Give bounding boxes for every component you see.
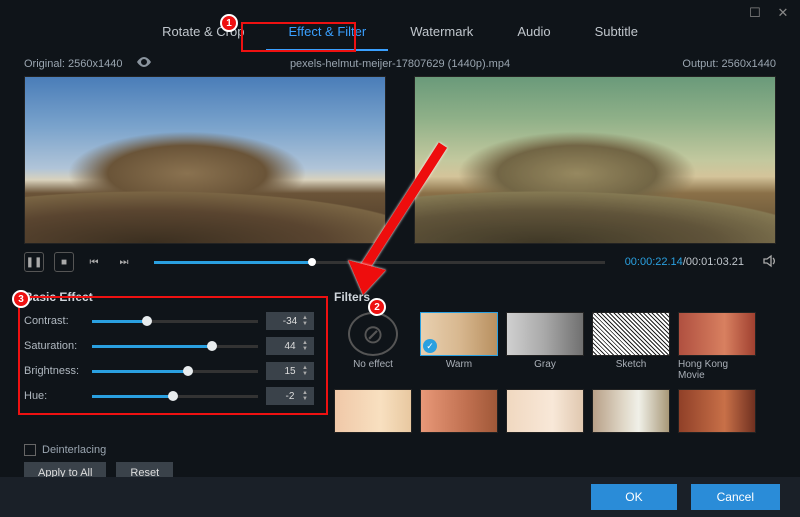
brightness-slider[interactable] bbox=[92, 370, 258, 373]
no-effect-icon: ⊘ bbox=[348, 312, 398, 356]
playback-bar: ❚❚ ■ ⏮ ⏭ 00:00:22.14/00:01:03.21 bbox=[0, 244, 800, 276]
tab-watermark[interactable]: Watermark bbox=[388, 18, 495, 51]
volume-icon[interactable] bbox=[762, 254, 776, 271]
brightness-label: Brightness: bbox=[24, 365, 84, 377]
saturation-slider[interactable] bbox=[92, 345, 258, 348]
filter-sketch[interactable]: Sketch bbox=[592, 312, 670, 381]
filter-thumb bbox=[678, 389, 756, 433]
filter-thumb bbox=[506, 312, 584, 356]
eye-icon[interactable] bbox=[136, 58, 152, 70]
basic-effect-heading: Basic Effect bbox=[24, 290, 314, 304]
contrast-value[interactable]: -34▲▼ bbox=[266, 312, 314, 330]
ok-button[interactable]: OK bbox=[591, 484, 676, 510]
filters-heading: Filters bbox=[334, 290, 786, 304]
tab-effect-filter[interactable]: Effect & Filter bbox=[266, 18, 388, 51]
hue-value[interactable]: -2▲▼ bbox=[266, 387, 314, 405]
current-time: 00:00:22.14 bbox=[625, 256, 683, 268]
contrast-slider[interactable] bbox=[92, 320, 258, 323]
info-bar: Original: 2560x1440 pexels-helmut-meijer… bbox=[0, 51, 800, 76]
deinterlacing-checkbox[interactable] bbox=[24, 444, 36, 456]
annotation-bubble-3: 3 bbox=[12, 290, 30, 308]
stepper-down-icon[interactable]: ▼ bbox=[302, 322, 312, 327]
saturation-value[interactable]: 44▲▼ bbox=[266, 337, 314, 355]
hue-label: Hue: bbox=[24, 390, 84, 402]
filter-thumb: ✓ bbox=[420, 312, 498, 356]
stop-button[interactable]: ■ bbox=[54, 252, 74, 272]
basic-effect-panel: Basic Effect Contrast: -34▲▼ Saturation:… bbox=[14, 284, 324, 436]
filter-item[interactable] bbox=[334, 389, 412, 436]
contrast-label: Contrast: bbox=[24, 315, 84, 327]
filter-warm[interactable]: ✓ Warm bbox=[420, 312, 498, 381]
deinterlacing-row: Deinterlacing bbox=[24, 444, 800, 456]
cancel-button[interactable]: Cancel bbox=[691, 484, 780, 510]
stepper-up-icon[interactable]: ▲ bbox=[302, 366, 312, 371]
stepper-down-icon[interactable]: ▼ bbox=[302, 372, 312, 377]
filter-item[interactable] bbox=[678, 389, 756, 436]
saturation-row: Saturation: 44▲▼ bbox=[24, 337, 314, 355]
time-display: 00:00:22.14/00:01:03.21 bbox=[625, 256, 744, 268]
prev-frame-button[interactable]: ⏮ bbox=[84, 252, 104, 272]
hue-row: Hue: -2▲▼ bbox=[24, 387, 314, 405]
filename-label: pexels-helmut-meijer-17807629 (1440p).mp… bbox=[290, 58, 510, 70]
filters-grid: ⊘ No effect ✓ Warm Gray Sketch Hong Kong… bbox=[334, 312, 786, 436]
filter-thumb bbox=[506, 389, 584, 433]
filter-thumb bbox=[420, 389, 498, 433]
filter-item[interactable] bbox=[506, 389, 584, 436]
original-size-label: Original: 2560x1440 bbox=[24, 58, 122, 70]
lower-panel: Basic Effect Contrast: -34▲▼ Saturation:… bbox=[0, 276, 800, 440]
stepper-up-icon[interactable]: ▲ bbox=[302, 391, 312, 396]
next-frame-button[interactable]: ⏭ bbox=[114, 252, 134, 272]
filter-label: No effect bbox=[353, 359, 393, 370]
tab-subtitle[interactable]: Subtitle bbox=[573, 18, 660, 51]
stepper-down-icon[interactable]: ▼ bbox=[302, 347, 312, 352]
filter-label: Gray bbox=[534, 359, 556, 370]
filter-item[interactable] bbox=[592, 389, 670, 436]
original-preview bbox=[24, 76, 386, 244]
filter-thumb bbox=[592, 312, 670, 356]
maximize-icon[interactable]: ☐ bbox=[748, 6, 762, 20]
filter-thumb bbox=[592, 389, 670, 433]
seek-bar[interactable] bbox=[154, 261, 605, 264]
window-controls: ☐ ✕ bbox=[748, 6, 790, 20]
close-icon[interactable]: ✕ bbox=[776, 6, 790, 20]
contrast-row: Contrast: -34▲▼ bbox=[24, 312, 314, 330]
preview-row bbox=[0, 76, 800, 244]
stepper-up-icon[interactable]: ▲ bbox=[302, 316, 312, 321]
footer-bar: OK Cancel bbox=[0, 477, 800, 517]
filter-thumb bbox=[334, 389, 412, 433]
filter-label: Hong Kong Movie bbox=[678, 359, 756, 381]
annotation-bubble-1: 1 bbox=[220, 14, 238, 32]
annotation-bubble-2: 2 bbox=[368, 298, 386, 316]
filter-gray[interactable]: Gray bbox=[506, 312, 584, 381]
check-icon: ✓ bbox=[423, 339, 437, 353]
filter-thumb bbox=[678, 312, 756, 356]
tab-bar: Rotate & Crop Effect & Filter Watermark … bbox=[0, 0, 800, 51]
tab-audio[interactable]: Audio bbox=[495, 18, 572, 51]
hue-slider[interactable] bbox=[92, 395, 258, 398]
stepper-up-icon[interactable]: ▲ bbox=[302, 341, 312, 346]
output-size-label: Output: 2560x1440 bbox=[682, 58, 776, 70]
filter-label: Warm bbox=[446, 359, 472, 370]
filter-label: Sketch bbox=[616, 359, 647, 370]
stepper-down-icon[interactable]: ▼ bbox=[302, 397, 312, 402]
filters-panel: Filters ⊘ No effect ✓ Warm Gray Sketch H… bbox=[334, 284, 786, 436]
brightness-value[interactable]: 15▲▼ bbox=[266, 362, 314, 380]
tab-rotate-crop[interactable]: Rotate & Crop bbox=[140, 18, 266, 51]
filter-item[interactable] bbox=[420, 389, 498, 436]
brightness-row: Brightness: 15▲▼ bbox=[24, 362, 314, 380]
pause-button[interactable]: ❚❚ bbox=[24, 252, 44, 272]
saturation-label: Saturation: bbox=[24, 340, 84, 352]
total-time: 00:01:03.21 bbox=[686, 256, 744, 268]
filter-hong-kong-movie[interactable]: Hong Kong Movie bbox=[678, 312, 756, 381]
output-preview bbox=[414, 76, 776, 244]
deinterlacing-label: Deinterlacing bbox=[42, 444, 106, 456]
filter-no-effect[interactable]: ⊘ No effect bbox=[334, 312, 412, 381]
